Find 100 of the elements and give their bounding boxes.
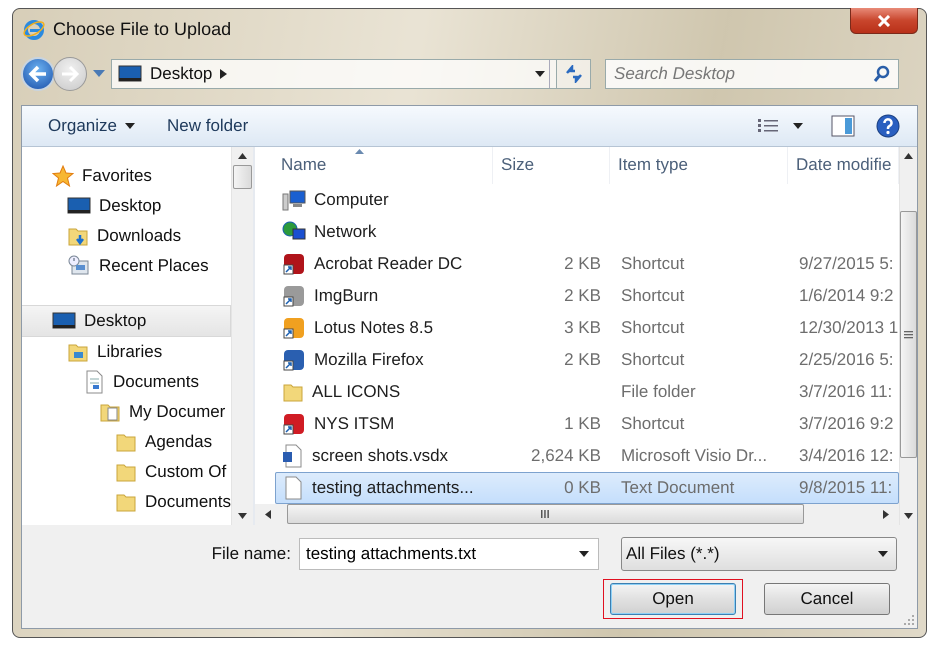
- file-size: 0 KB: [564, 478, 601, 498]
- scroll-down-icon[interactable]: [904, 513, 914, 519]
- nav-item[interactable]: Desktop: [22, 305, 231, 337]
- grip-icon: [904, 330, 914, 338]
- list-view-icon: [757, 118, 779, 134]
- monitor-icon: [118, 64, 142, 84]
- file-row[interactable]: Computer: [274, 184, 900, 216]
- scroll-thumb[interactable]: [900, 211, 918, 458]
- file-type-dropdown[interactable]: All Files (*.*): [621, 537, 897, 571]
- breadcrumb-item[interactable]: Desktop: [150, 64, 212, 84]
- item-type: Shortcut: [620, 318, 684, 338]
- file-name: Lotus Notes 8.5: [314, 318, 434, 338]
- file-row[interactable]: Network: [274, 216, 900, 248]
- file-size: 2 KB: [564, 350, 601, 370]
- date-modified: 1/6/2014 9:2: [798, 286, 894, 306]
- refresh-button[interactable]: [557, 59, 591, 89]
- preview-pane-icon: [831, 115, 855, 137]
- organize-menu-button[interactable]: Organize: [36, 112, 147, 140]
- browser-icon: [23, 18, 45, 40]
- file-name-field[interactable]: testing attachments.txt: [299, 538, 599, 570]
- document-icon: [282, 444, 304, 468]
- nav-item[interactable]: Recent Places: [22, 251, 231, 281]
- date-modified: 12/30/2013 1: [798, 318, 898, 338]
- nav-item[interactable]: Agendas: [22, 427, 231, 457]
- nav-item[interactable]: Documents: [22, 367, 231, 397]
- scroll-down-icon[interactable]: [238, 513, 247, 519]
- refresh-icon: [564, 65, 584, 83]
- grip-icon: [540, 510, 550, 518]
- file-name: ImgBurn: [314, 286, 378, 306]
- nav-item[interactable]: Custom Of: [22, 457, 231, 487]
- app-icon: [282, 348, 306, 372]
- item-type: Shortcut: [620, 286, 684, 306]
- scroll-left-icon[interactable]: [264, 510, 271, 519]
- file-row[interactable]: Lotus Notes 8.5 3 KB Shortcut 12/30/2013 1: [274, 312, 900, 344]
- file-row[interactable]: NYS ITSM 1 KB Shortcut 3/7/2016 9:2: [274, 408, 900, 440]
- clock-icon: [67, 255, 91, 277]
- forward-button[interactable]: [53, 57, 87, 91]
- close-button[interactable]: [850, 8, 918, 34]
- date-modified: 3/4/2016 12:: [798, 446, 894, 466]
- right-arrow-icon: [60, 65, 80, 83]
- scrollbar[interactable]: [230, 147, 253, 525]
- nav-item[interactable]: My Documer: [22, 397, 231, 427]
- back-button[interactable]: [21, 57, 55, 91]
- sort-arrow-icon: [354, 149, 364, 154]
- app-icon: [282, 252, 306, 276]
- new-folder-button[interactable]: New folder: [154, 112, 260, 140]
- scroll-thumb[interactable]: [232, 165, 252, 189]
- file-name: NYS ITSM: [314, 414, 394, 434]
- file-row[interactable]: Mozilla Firefox 2 KB Shortcut 2/25/2016 5:: [274, 344, 900, 376]
- open-button[interactable]: Open: [603, 579, 743, 619]
- address-bar[interactable]: Desktop: [111, 59, 557, 89]
- file-row[interactable]: ALL ICONS File folder 3/7/2016 11:: [274, 376, 900, 408]
- scrollbar[interactable]: [899, 147, 918, 525]
- file-row[interactable]: screen shots.vsdx 2,624 KB Microsoft Visio Dr... 3/4/2016 12:: [274, 440, 900, 472]
- date-modified: 9/27/2015 5:: [798, 254, 894, 274]
- nav-item[interactable]: Desktop: [22, 191, 231, 221]
- history-dropdown-icon[interactable]: [93, 70, 105, 78]
- column-header[interactable]: Size: [492, 147, 610, 184]
- file-size: 2 KB: [564, 286, 601, 306]
- file-name: Computer: [314, 190, 389, 210]
- file-name-label: File name:: [212, 544, 291, 564]
- nav-item[interactable]: Libraries: [22, 337, 231, 367]
- caret-icon: [124, 123, 135, 129]
- file-row[interactable]: Acrobat Reader DC 2 KB Shortcut 9/27/2015 5:: [274, 248, 900, 280]
- monitor-icon: [52, 311, 76, 331]
- file-row[interactable]: ImgBurn 2 KB Shortcut 1/6/2014 9:2: [274, 280, 900, 312]
- scroll-up-icon[interactable]: [238, 153, 247, 159]
- close-icon: [877, 14, 891, 26]
- file-size: 3 KB: [564, 318, 601, 338]
- file-name: Mozilla Firefox: [314, 350, 424, 370]
- scroll-right-icon[interactable]: [883, 510, 890, 519]
- column-header[interactable]: Item type: [610, 147, 788, 184]
- nav-item[interactable]: Downloads: [22, 221, 231, 251]
- nav-item[interactable]: Favorites: [22, 161, 231, 191]
- scroll-up-icon[interactable]: [904, 153, 914, 159]
- item-type: Microsoft Visio Dr...: [620, 446, 768, 466]
- date-modified: 3/7/2016 11:: [798, 382, 892, 402]
- caret-icon: [579, 551, 589, 557]
- file-size: 1 KB: [564, 414, 601, 434]
- search-icon: [873, 65, 891, 83]
- column-header[interactable]: Name: [254, 147, 493, 184]
- star-icon: [52, 165, 74, 187]
- nav-item[interactable]: Documents: [22, 487, 231, 517]
- resize-grip-icon[interactable]: [903, 614, 915, 626]
- file-name: testing attachments...: [312, 478, 474, 498]
- app-icon: [282, 284, 306, 308]
- chevron-icon[interactable]: [220, 69, 228, 79]
- search-field[interactable]: Search Desktop: [605, 59, 899, 89]
- file-name: Acrobat Reader DC: [314, 254, 462, 274]
- computer-icon: [282, 188, 306, 211]
- help-icon: [875, 113, 901, 139]
- scroll-thumb[interactable]: [286, 504, 804, 524]
- date-modified: 9/8/2015 11:: [798, 478, 892, 498]
- file-size: 2 KB: [564, 254, 601, 274]
- scrollbar[interactable]: [254, 504, 900, 526]
- file-row[interactable]: testing attachments... 0 KB Text Document 9/8/2015 11:: [274, 472, 900, 504]
- date-modified: 3/7/2016 9:2: [798, 414, 894, 434]
- file-name: ALL ICONS: [312, 382, 400, 402]
- left-arrow-icon: [28, 65, 48, 83]
- file-size: 2,624 KB: [531, 446, 601, 466]
